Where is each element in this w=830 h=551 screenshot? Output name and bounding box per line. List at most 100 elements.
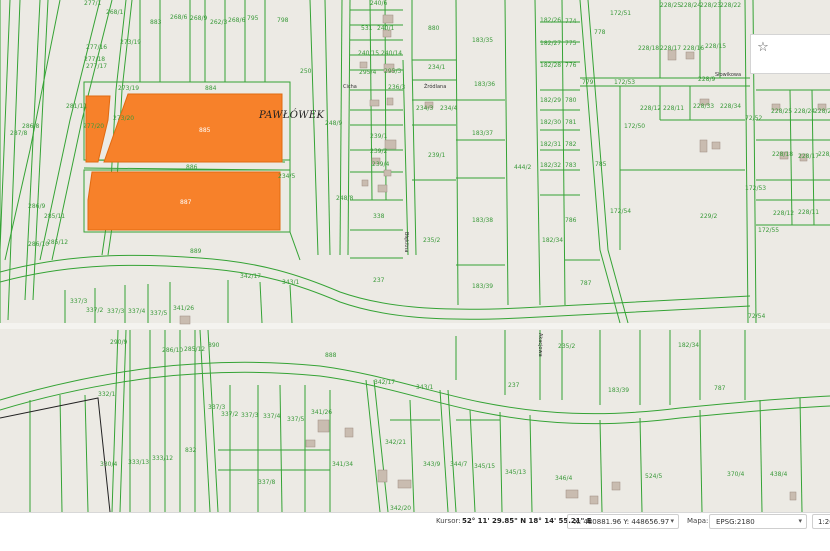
svg-text:250: 250 — [300, 68, 312, 75]
svg-text:239/4: 239/4 — [372, 161, 389, 168]
svg-text:345/13: 345/13 — [505, 469, 526, 476]
svg-text:182/30: 182/30 — [540, 119, 561, 126]
svg-text:884: 884 — [205, 85, 217, 92]
svg-text:228/17: 228/17 — [798, 153, 819, 160]
svg-text:337/8: 337/8 — [258, 479, 275, 486]
svg-text:786: 786 — [565, 217, 577, 224]
scale-value: 1:20 — [818, 518, 830, 526]
map-projection-select[interactable]: EPSG:2180 ▾ — [709, 514, 807, 529]
svg-text:346/4: 346/4 — [555, 475, 572, 482]
svg-text:240/14: 240/14 — [381, 50, 402, 57]
svg-text:235/2: 235/2 — [423, 237, 440, 244]
svg-text:240/15: 240/15 — [358, 50, 379, 57]
svg-text:277/18: 277/18 — [84, 56, 105, 63]
map-projection-value: EPSG:2180 — [716, 518, 755, 526]
svg-text:172/51: 172/51 — [610, 10, 631, 17]
svg-text:239/2: 239/2 — [370, 148, 387, 155]
svg-text:235/2: 235/2 — [558, 343, 575, 350]
svg-text:228/24: 228/24 — [794, 108, 815, 115]
svg-text:229/2: 229/2 — [700, 213, 717, 220]
svg-text:370/4: 370/4 — [727, 471, 744, 478]
svg-text:237: 237 — [508, 382, 520, 389]
star-icon[interactable]: ☆ — [755, 39, 771, 55]
svg-text:182/29: 182/29 — [540, 97, 561, 104]
svg-text:337/3: 337/3 — [241, 412, 258, 419]
svg-text:183/39: 183/39 — [608, 387, 629, 394]
svg-text:240/6: 240/6 — [370, 0, 387, 7]
svg-text:337/2: 337/2 — [86, 307, 103, 314]
svg-text:182/32: 182/32 — [540, 162, 561, 169]
buildings — [179, 14, 827, 505]
svg-text:330/4: 330/4 — [100, 461, 117, 468]
svg-text:277/17: 277/17 — [86, 63, 107, 70]
svg-text:237: 237 — [373, 277, 385, 284]
svg-text:778: 778 — [594, 29, 606, 36]
svg-text:341/34: 341/34 — [332, 461, 353, 468]
svg-text:228/25: 228/25 — [660, 2, 681, 9]
svg-text:172/55: 172/55 — [758, 227, 779, 234]
svg-text:277/1: 277/1 — [84, 0, 101, 7]
svg-text:183/39: 183/39 — [472, 283, 493, 290]
svg-text:337/4: 337/4 — [128, 308, 145, 315]
svg-text:337/5: 337/5 — [287, 416, 304, 423]
svg-text:172/50: 172/50 — [624, 123, 645, 130]
admin-boundary — [0, 397, 111, 512]
svg-text:183/36: 183/36 — [474, 81, 495, 88]
svg-text:880: 880 — [428, 25, 440, 32]
status-bar: Kursor: 52° 11' 29.85" N 18° 14' 55.21" … — [0, 512, 830, 551]
svg-text:228/22: 228/22 — [720, 2, 741, 9]
svg-text:228/11: 228/11 — [798, 209, 819, 216]
scale-select[interactable]: 1:20 — [812, 514, 830, 529]
svg-text:228/23: 228/23 — [700, 2, 721, 9]
svg-text:781: 781 — [565, 119, 577, 126]
svg-text:277/16: 277/16 — [86, 44, 107, 51]
svg-text:290/9: 290/9 — [110, 339, 127, 346]
svg-text:286/9: 286/9 — [28, 203, 45, 210]
svg-text:333/12: 333/12 — [152, 455, 173, 462]
svg-text:337/5: 337/5 — [150, 310, 167, 317]
svg-text:228/18: 228/18 — [638, 45, 659, 52]
svg-text:343/9: 343/9 — [423, 461, 440, 468]
svg-text:228/33: 228/33 — [693, 103, 714, 110]
svg-text:779: 779 — [582, 79, 594, 86]
svg-text:228/24: 228/24 — [680, 2, 701, 9]
svg-text:183/38: 183/38 — [472, 217, 493, 224]
svg-text:172/53: 172/53 — [614, 79, 635, 86]
svg-text:182/34: 182/34 — [542, 237, 563, 244]
svg-text:228/24: 228/24 — [814, 108, 830, 115]
svg-text:268/1: 268/1 — [106, 9, 123, 16]
svg-text:281/11: 281/11 — [66, 103, 87, 110]
svg-text:341/26: 341/26 — [311, 409, 332, 416]
map-tool-panel: ☆ — [750, 34, 830, 74]
svg-text:775: 775 — [565, 40, 577, 47]
street-label: Błękitna — [403, 232, 409, 252]
svg-text:295/4: 295/4 — [359, 69, 376, 76]
svg-text:438/4: 438/4 — [770, 471, 787, 478]
parcel-885-label: 885 — [199, 127, 211, 134]
svg-text:182/34: 182/34 — [678, 342, 699, 349]
svg-text:787: 787 — [714, 385, 726, 392]
svg-text:531: 531 — [361, 25, 373, 32]
svg-text:172/54: 172/54 — [610, 208, 631, 215]
svg-text:72/52: 72/52 — [745, 115, 762, 122]
svg-text:798: 798 — [277, 17, 289, 24]
svg-text:342/21: 342/21 — [385, 439, 406, 446]
svg-text:228/17: 228/17 — [660, 45, 681, 52]
xy-coordinates-select[interactable]: X: 480881.96 Y: 448656.97 ▾ — [567, 514, 679, 529]
parcel-labels: 277/1 268/1 883 268/6 268/9 262/3 268/6 … — [10, 0, 830, 512]
svg-text:341/26: 341/26 — [173, 305, 194, 312]
svg-text:345/15: 345/15 — [474, 463, 495, 470]
svg-text:234/3: 234/3 — [416, 105, 433, 112]
svg-text:228/25: 228/25 — [771, 108, 792, 115]
svg-text:888: 888 — [325, 352, 337, 359]
svg-text:273/19: 273/19 — [118, 85, 139, 92]
svg-text:268/9: 268/9 — [190, 15, 207, 22]
svg-text:183/35: 183/35 — [472, 37, 493, 44]
svg-text:332/1: 332/1 — [98, 391, 115, 398]
street-label: Źródlana — [424, 82, 446, 90]
svg-text:234/4: 234/4 — [440, 105, 457, 112]
svg-text:182/28: 182/28 — [540, 62, 561, 69]
svg-text:889: 889 — [190, 248, 202, 255]
svg-text:783: 783 — [565, 162, 577, 169]
map-canvas[interactable]: 277/1 268/1 883 268/6 268/9 262/3 268/6 … — [0, 0, 830, 512]
